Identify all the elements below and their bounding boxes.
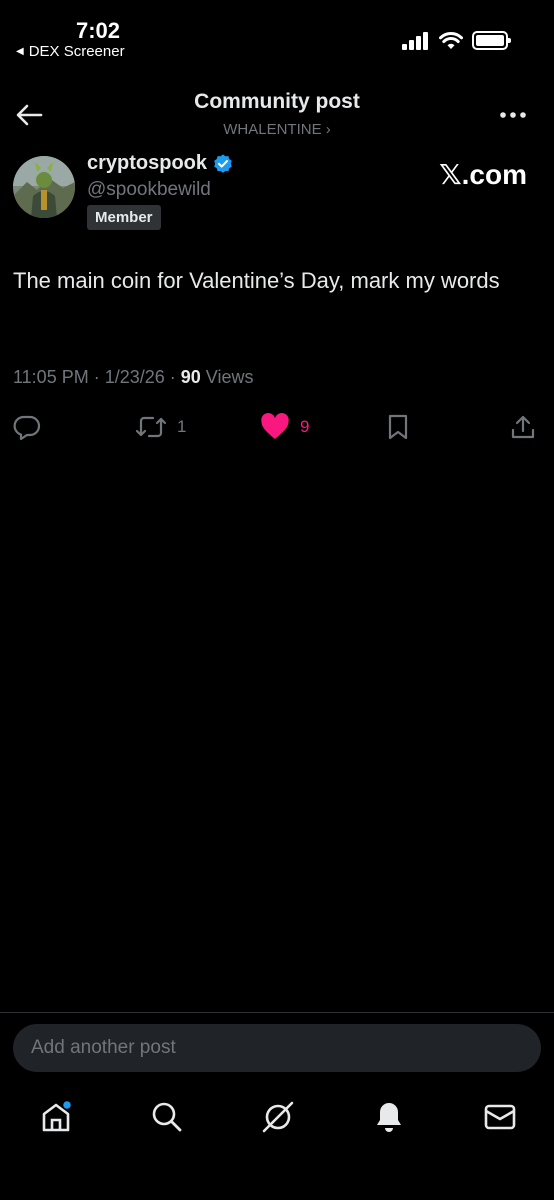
status-time: 7:02 — [76, 18, 121, 43]
avatar[interactable] — [13, 156, 75, 218]
messages-icon — [484, 1104, 516, 1130]
bookmark-icon — [388, 414, 408, 440]
back-triangle-icon: ◀ — [16, 46, 24, 57]
grok-icon — [262, 1101, 294, 1133]
reply-icon — [13, 415, 41, 441]
notifications-icon — [377, 1103, 401, 1132]
home-icon — [42, 1099, 73, 1132]
views-label[interactable]: Views — [201, 367, 254, 387]
views-count: 90 — [180, 367, 201, 387]
share-icon — [511, 415, 535, 439]
reply-button[interactable] — [13, 412, 41, 442]
wifi-icon — [439, 31, 463, 49]
author-display-name[interactable]: cryptospook — [87, 152, 234, 175]
like-button[interactable]: 9 — [260, 412, 309, 442]
community-link[interactable]: WHALENTINE › — [0, 121, 554, 138]
search-icon — [152, 1102, 182, 1132]
status-icons — [402, 31, 511, 50]
verified-badge-icon — [214, 153, 232, 173]
community-name: WHALENTINE — [223, 121, 322, 138]
post-timestamp: 11:05 PM · 1/23/26 · — [13, 367, 181, 387]
author-handle[interactable]: @spookbewild — [87, 179, 211, 201]
more-options-icon[interactable] — [498, 100, 528, 130]
nav-messages[interactable] — [480, 1097, 520, 1137]
share-button[interactable] — [509, 412, 537, 442]
repost-button[interactable]: 1 — [135, 412, 186, 442]
nav-home[interactable] — [36, 1097, 76, 1137]
x-watermark: 𝕏.com — [439, 159, 527, 190]
nav-grok[interactable] — [258, 1097, 298, 1137]
repost-icon — [135, 416, 167, 438]
heart-filled-icon — [261, 413, 289, 439]
reply-input[interactable] — [13, 1024, 541, 1072]
nav-search[interactable] — [147, 1097, 187, 1137]
bookmark-button[interactable] — [386, 412, 410, 442]
page-title: Community post — [194, 90, 360, 113]
author-name-text: cryptospook — [87, 152, 208, 174]
community-chevron-icon: › — [325, 121, 331, 138]
divider — [0, 1012, 554, 1013]
post-text: The main coin for Valentine’s Day, mark … — [13, 268, 500, 293]
back-app-label: DEX Screener — [28, 43, 125, 60]
member-badge: Member — [87, 205, 161, 230]
battery-icon — [472, 31, 511, 50]
like-count: 9 — [300, 417, 310, 436]
back-to-app-link[interactable]: ◀ DEX Screener — [16, 43, 125, 60]
reply-composer[interactable] — [13, 1024, 541, 1072]
nav-notifications[interactable] — [369, 1097, 409, 1137]
repost-count: 1 — [177, 417, 187, 436]
post-meta: 11:05 PM · 1/23/26 · 90 Views — [13, 367, 254, 388]
cellular-signal-icon — [402, 31, 428, 50]
